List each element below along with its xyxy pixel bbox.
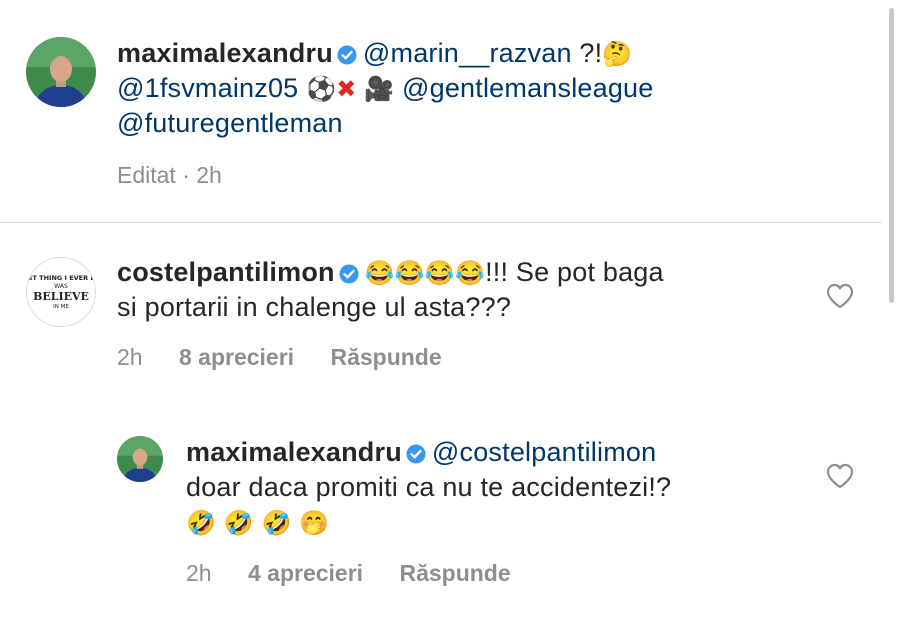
avatar-text: BEST THING I EVER DID <box>27 274 95 282</box>
comment-time: 2h <box>117 344 143 370</box>
divider <box>0 222 882 223</box>
verified-badge-icon <box>337 45 357 65</box>
comment-body: !!! Se pot baga <box>485 257 664 287</box>
avatar-text: WAS <box>54 283 68 290</box>
like-heart-icon[interactable] <box>826 283 854 309</box>
avatar[interactable] <box>26 37 96 107</box>
reply-button[interactable]: Răspunde <box>399 560 510 586</box>
rofl-icon: 🤣 <box>186 510 217 537</box>
comment-body: si portarii in chalenge ul asta??? <box>117 292 512 322</box>
caption-meta: Editat · 2h <box>117 162 222 188</box>
scrollbar[interactable] <box>889 8 894 303</box>
mention-link[interactable]: @1fsvmainz05 <box>117 73 298 103</box>
mention-link[interactable]: @futuregentleman <box>117 108 343 138</box>
comment-meta: 2h 8 aprecieri Răspunde <box>117 344 472 371</box>
reply-meta: 2h 4 aprecieri Răspunde <box>186 560 541 587</box>
tears-of-joy-icon: 😂 <box>364 260 395 287</box>
tears-of-joy-icon: 😂 <box>394 260 425 287</box>
reply-body: doar daca promiti ca nu te accidentezi!? <box>186 472 672 502</box>
thinking-face-icon: 🤔 <box>602 41 633 68</box>
rofl-icon: 🤣 <box>223 510 254 537</box>
comment-time: 2h <box>186 560 212 586</box>
username[interactable]: maximalexandru <box>117 38 333 68</box>
caption-punct: ?! <box>571 38 603 68</box>
reply-text: maximalexandru @costelpantilimon doar dac… <box>186 435 806 540</box>
mention-link[interactable]: @gentlemansleague <box>402 73 653 103</box>
like-heart-icon[interactable] <box>826 463 854 489</box>
username[interactable]: costelpantilimon <box>117 257 335 287</box>
mention-link[interactable]: @marin__razvan <box>363 38 572 68</box>
mention-link[interactable]: @costelpantilimon <box>432 437 656 467</box>
rofl-icon: 🤣 <box>261 510 292 537</box>
likes-count[interactable]: 4 aprecieri <box>248 560 363 586</box>
avatar-text: IN ME <box>53 304 69 310</box>
avatar[interactable]: BEST THING I EVER DID WAS BELIEVE IN ME <box>26 257 96 327</box>
reply-button[interactable]: Răspunde <box>330 344 441 370</box>
comment-text: costelpantilimon 😂😂😂😂!!! Se pot baga si p… <box>117 255 797 325</box>
avatar[interactable] <box>117 436 163 482</box>
shushing-face-icon: 🤭 <box>299 510 330 537</box>
likes-count[interactable]: 8 aprecieri <box>179 344 294 370</box>
verified-badge-icon <box>406 444 426 464</box>
tears-of-joy-icon: 😂 <box>424 260 456 287</box>
verified-badge-icon <box>339 264 359 284</box>
caption-text: maximalexandru @marin__razvan ?!🤔 @1fsvma… <box>117 36 837 141</box>
cross-mark-icon: ✖ <box>336 76 357 103</box>
username[interactable]: maximalexandru <box>186 437 402 467</box>
movie-camera-icon: 🎥 <box>364 76 395 103</box>
tears-of-joy-icon: 😂 <box>455 260 486 287</box>
soccer-ball-icon: ⚽ <box>306 76 337 103</box>
avatar-text: BELIEVE <box>33 290 89 303</box>
